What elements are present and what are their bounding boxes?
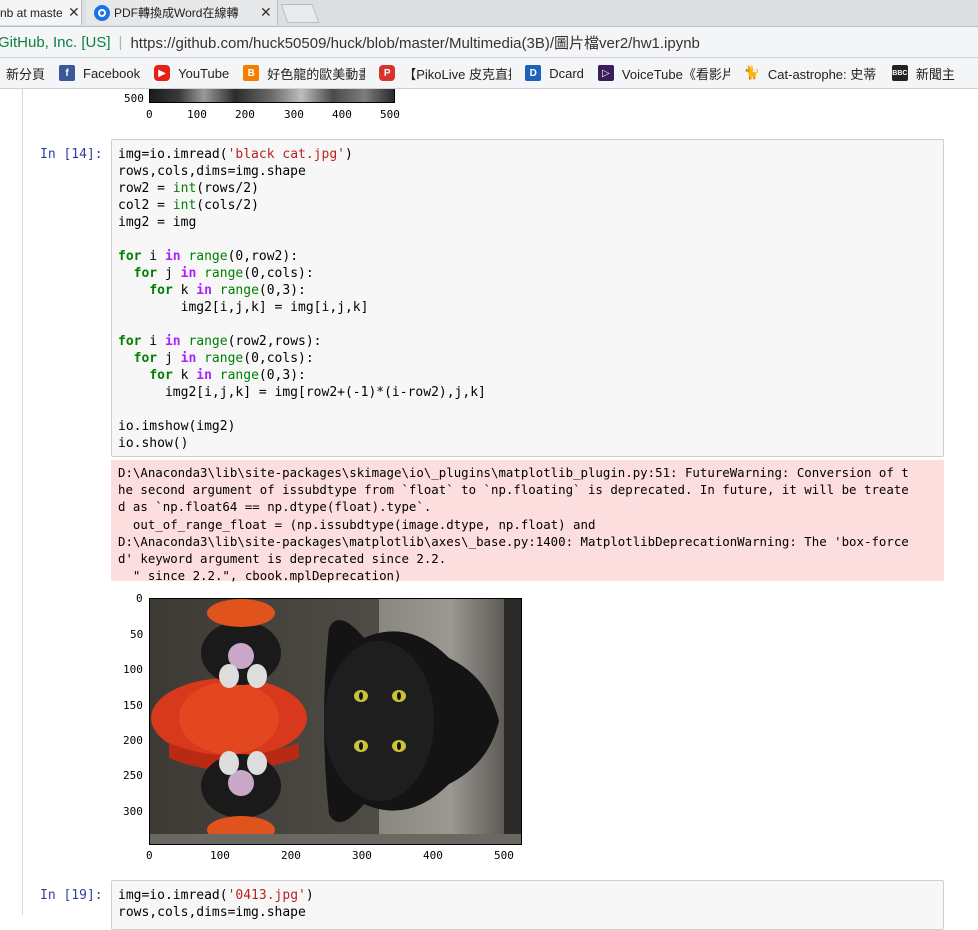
prev-x-tick: 200 bbox=[235, 108, 255, 121]
bookmark-label: 好色龍的歐美動畫 bbox=[267, 66, 366, 82]
blogger-icon: B bbox=[243, 65, 260, 81]
code-line: for k in range(0,3): bbox=[149, 368, 306, 383]
stderr-line: he second argument of issubdtype from `f… bbox=[118, 482, 909, 498]
address-bar[interactable]: GitHub, Inc. [US] | https://github.com/h… bbox=[0, 27, 978, 58]
address-separator: | bbox=[118, 33, 123, 51]
stderr-text: D:\Anaconda3\lib\site-packages\skimage\i… bbox=[111, 460, 944, 584]
site-identity[interactable]: GitHub, Inc. [US] bbox=[0, 34, 111, 51]
code-line: rows,cols,dims=img.shape bbox=[118, 905, 306, 920]
bookmark-label: Cat-astrophe: 史蒂 bbox=[767, 66, 877, 82]
y-tick: 100 bbox=[123, 663, 143, 676]
code-line: for i in range(row2,rows): bbox=[118, 334, 322, 349]
code-line: img=io.imread('0413.jpg') bbox=[118, 888, 314, 903]
x-tick: 100 bbox=[210, 849, 230, 862]
stderr-line: D:\Anaconda3\lib\site-packages\matplotli… bbox=[118, 533, 909, 549]
bookmark-label: 新分頁 bbox=[6, 66, 46, 82]
stderr-line: " since 2.2.", cbook.mplDeprecation) bbox=[118, 568, 402, 584]
bbc-icon: BBC bbox=[891, 65, 908, 81]
facebook-icon: f bbox=[59, 65, 76, 81]
cell-prompt: In [19]: bbox=[40, 888, 103, 903]
x-tick: 200 bbox=[281, 849, 301, 862]
pikolive-icon: P bbox=[379, 65, 396, 81]
bookmark-bbc-news[interactable]: BBC 新聞主 bbox=[891, 64, 955, 83]
y-tick: 150 bbox=[123, 699, 143, 712]
close-icon[interactable]: ✕ bbox=[68, 4, 80, 21]
code-line: for i in range(0,row2): bbox=[118, 249, 299, 264]
code-editor[interactable]: img=io.imread('0413.jpg') rows,cols,dims… bbox=[112, 881, 943, 921]
bookmark-dcard[interactable]: D Dcard bbox=[525, 65, 584, 81]
x-tick: 0 bbox=[146, 849, 153, 862]
notebook-gutter-border bbox=[22, 89, 23, 915]
code-line: img2[i,j,k] = img[row2+(-1)*(i-row2),j,k… bbox=[118, 385, 486, 400]
code-line: img=io.imread('black cat.jpg') bbox=[118, 147, 353, 162]
url-text[interactable]: https://github.com/huck50509/huck/blob/m… bbox=[130, 32, 699, 53]
tab-label: PDF轉換成Word在線轉 bbox=[114, 6, 239, 20]
code-line: row2 = int(rows/2) bbox=[118, 181, 259, 196]
x-tick: 500 bbox=[494, 849, 514, 862]
close-icon[interactable]: ✕ bbox=[260, 4, 272, 21]
stderr-line: d as `np.float64 == np.dtype(float).type… bbox=[118, 499, 432, 515]
bookmark-label: YouTube bbox=[178, 65, 230, 81]
bookmark-blogger[interactable]: B 好色龍的歐美動畫 bbox=[243, 64, 365, 83]
prev-x-tick: 300 bbox=[284, 108, 304, 121]
code-cell-input[interactable]: img=io.imread('0413.jpg') rows,cols,dims… bbox=[111, 880, 944, 930]
code-cell-input[interactable]: img=io.imread('black cat.jpg') rows,cols… bbox=[111, 139, 944, 457]
prev-x-tick: 100 bbox=[187, 108, 207, 121]
bookmark-label: 【PikoLive 皮克直播 bbox=[403, 66, 512, 82]
stderr-line: d' keyword argument is deprecated since … bbox=[118, 551, 447, 567]
new-tab-button[interactable] bbox=[280, 4, 320, 23]
y-tick: 0 bbox=[136, 592, 143, 605]
cell-prompt: In [14]: bbox=[40, 147, 103, 162]
youtube-icon: ▶ bbox=[154, 65, 171, 81]
bookmark-facebook[interactable]: f Facebook bbox=[59, 65, 140, 81]
code-line: for k in range(0,3): bbox=[149, 283, 306, 298]
code-line: img2 = img bbox=[118, 215, 197, 230]
tab-github-notebook[interactable]: nb at master ✕ bbox=[0, 0, 82, 25]
prev-x-tick: 0 bbox=[146, 108, 153, 121]
code-line: rows,cols,dims=img.shape bbox=[118, 164, 306, 179]
bookmark-label: Dcard bbox=[549, 65, 584, 81]
voicetube-icon: ▷ bbox=[597, 65, 614, 81]
code-line: for j in range(0,cols): bbox=[133, 266, 314, 281]
prev-x-tick: 400 bbox=[332, 108, 352, 121]
code-line: img2[i,j,k] = img[i,j,k] bbox=[118, 300, 369, 315]
bookmark-youtube[interactable]: ▶ YouTube bbox=[154, 65, 229, 81]
bookmark-label: VoiceTube《看影片 bbox=[621, 66, 730, 82]
y-tick: 300 bbox=[123, 805, 143, 818]
stderr-line: out_of_range_float = (np.issubdtype(imag… bbox=[118, 516, 596, 532]
bookmark-pikolive[interactable]: P 【PikoLive 皮克直播 bbox=[379, 64, 511, 83]
bookmark-new-tab[interactable]: 新分頁 bbox=[6, 64, 45, 83]
tab-label: nb at master bbox=[0, 5, 62, 20]
code-line: for j in range(0,cols): bbox=[133, 351, 314, 366]
y-tick: 250 bbox=[123, 769, 143, 782]
code-line: io.imshow(img2) bbox=[118, 419, 236, 434]
code-line: col2 = int(cols/2) bbox=[118, 198, 259, 213]
bookmark-label: Facebook bbox=[83, 65, 141, 81]
code-editor[interactable]: img=io.imread('black cat.jpg') rows,cols… bbox=[112, 140, 943, 452]
stderr-output: D:\Anaconda3\lib\site-packages\skimage\i… bbox=[111, 460, 944, 584]
tab-favicon-icon bbox=[94, 4, 110, 21]
x-tick: 300 bbox=[352, 849, 372, 862]
bookmarks-bar: 新分頁 f Facebook ▶ YouTube B 好色龍的歐美動畫 P 【P… bbox=[0, 58, 978, 89]
output-image-mirrored-cat bbox=[149, 598, 522, 845]
y-tick: 200 bbox=[123, 734, 143, 747]
previous-output-image bbox=[149, 89, 395, 103]
bookmark-voicetube[interactable]: ▷ VoiceTube《看影片 bbox=[597, 64, 730, 83]
prev-y-tick: 500 bbox=[124, 92, 144, 105]
dcard-icon: D bbox=[525, 65, 542, 81]
x-tick: 400 bbox=[423, 849, 443, 862]
bookmark-cat-astrophe[interactable]: 🐈 Cat-astrophe: 史蒂 bbox=[744, 64, 878, 83]
prev-x-tick: 500 bbox=[380, 108, 400, 121]
cat-icon: 🐈 bbox=[743, 65, 760, 80]
y-tick: 50 bbox=[130, 628, 144, 641]
tab-pdf-converter[interactable]: PDF轉換成Word在線轉 ✕ bbox=[86, 0, 278, 25]
code-line: io.show() bbox=[118, 436, 189, 451]
bookmark-label: 新聞主 bbox=[915, 66, 955, 82]
tab-strip: nb at master ✕ PDF轉換成Word在線轉 ✕ bbox=[0, 0, 978, 27]
stderr-line: D:\Anaconda3\lib\site-packages\skimage\i… bbox=[118, 465, 909, 480]
